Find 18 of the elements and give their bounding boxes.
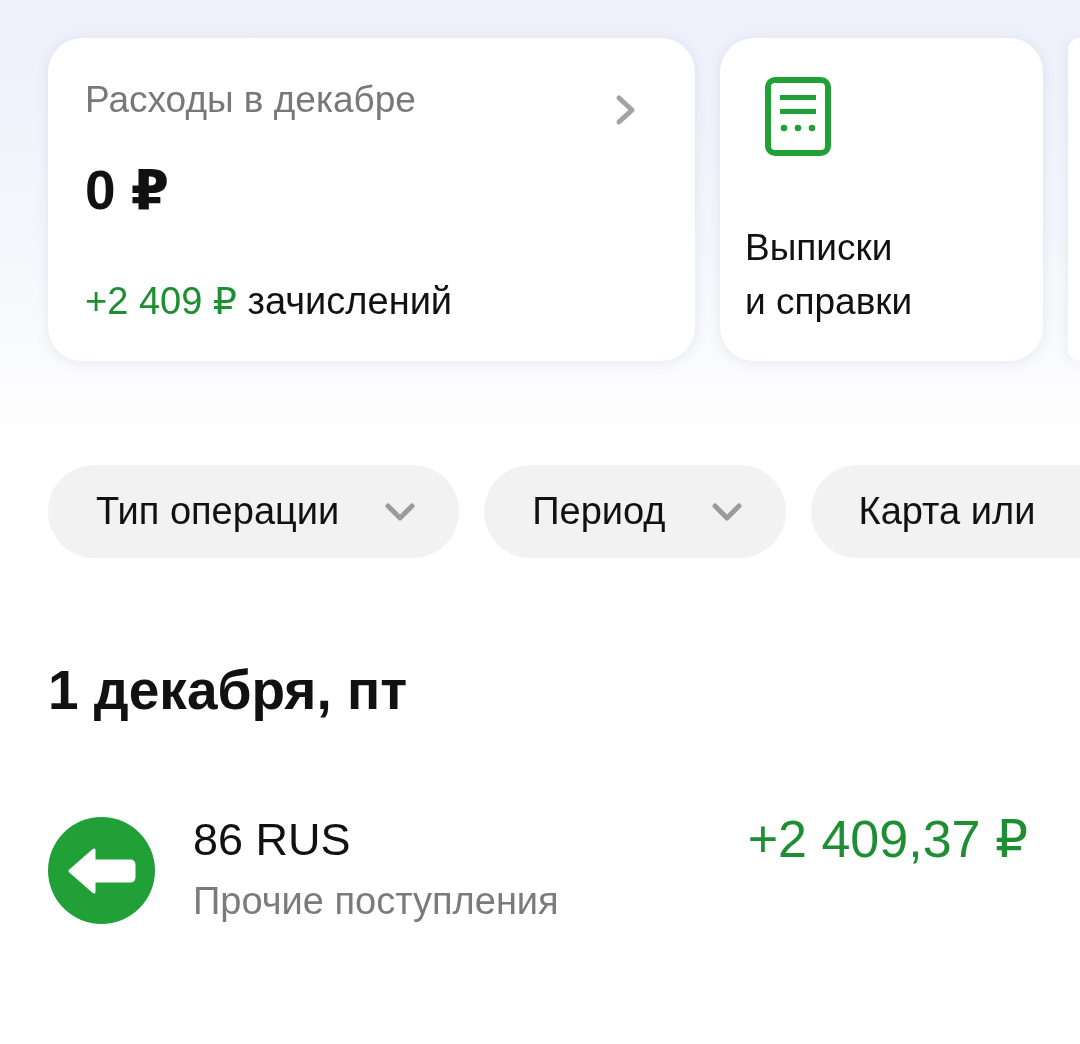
chevron-down-icon [385, 502, 416, 521]
income-summary: +2 409 ₽ зачислений [85, 279, 454, 324]
transaction-name[interactable]: 86 RUS [193, 813, 748, 867]
partial-card[interactable] [1068, 38, 1080, 361]
date-heading: 1 декабря, пт [48, 658, 409, 723]
transaction-amount: +2 409,37 ₽ [747, 809, 1028, 870]
filter-chip[interactable]: Тип операции [48, 465, 460, 558]
document-icon [765, 77, 831, 156]
transaction-category: Прочие поступления [193, 879, 560, 924]
chevron-right-icon [615, 94, 637, 126]
filter-chip[interactable]: Период [484, 465, 786, 558]
card-label: Выписки и справки [745, 226, 914, 324]
filter-chip[interactable]: Карта или [810, 465, 1080, 558]
expenses-amount: 0 ₽ [85, 158, 171, 223]
statements-card[interactable]: Выписки и справки [720, 38, 1043, 361]
expenses-card[interactable]: Расходы в декабре 0 ₽ +2 409 ₽ зачислений [48, 38, 695, 361]
card-title: Расходы в декабре [85, 78, 416, 122]
chevron-down-icon [711, 502, 742, 521]
